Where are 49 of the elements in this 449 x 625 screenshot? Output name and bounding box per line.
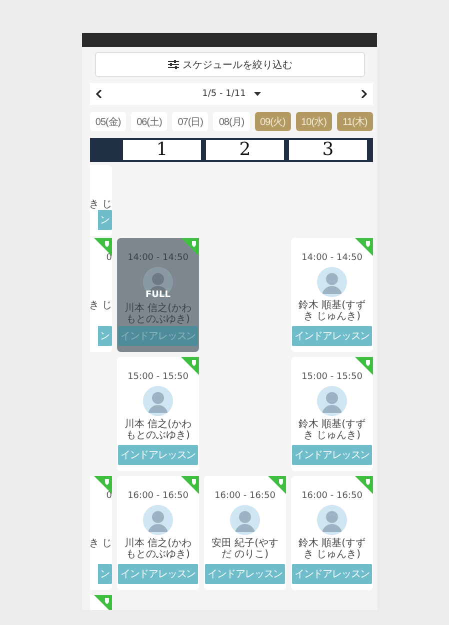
- coach-name: 鈴木 順基(すずき じゅんき): [297, 300, 367, 322]
- time-range: 15:00 - 15:50: [302, 371, 362, 383]
- caret-icon[interactable]: [254, 92, 261, 96]
- lesson-card[interactable]: 0 き じ ン: [90, 238, 112, 352]
- full-label: FULL: [146, 290, 170, 300]
- coach-name: 川本 信之(かわもとのぶゆき): [123, 419, 193, 441]
- previous-icon[interactable]: [96, 90, 102, 98]
- avatar-placeholder: [230, 505, 260, 535]
- lesson-card[interactable]: 16:00 - 16:50 川本 信之(かわもとのぶゆき) インドアレッスン: [117, 476, 199, 590]
- lesson-card[interactable]: 15:00 - 15:50 川本 信之(かわもとのぶゆき) インドアレッスン: [117, 357, 199, 471]
- lesson-card[interactable]: 16:00 - 16:50 鈴木 順基(すずき じゅんき) インドアレッスン: [291, 476, 373, 590]
- coach-name: 川本 信之(かわもとのぶゆき): [123, 303, 193, 325]
- avatar-placeholder: [317, 267, 347, 297]
- date-chip[interactable]: 06(土): [131, 112, 168, 131]
- week-range[interactable]: 1/5 - 1/11: [202, 89, 246, 99]
- coach-name: 川本 信之(かわもとのぶゆき): [123, 538, 193, 560]
- lesson-card[interactable]: 14:00 - 14:50 FULL 川本 信之(かわもとのぶゆき) インドアレッスン: [117, 238, 199, 352]
- time-range: 0: [106, 252, 112, 264]
- date-chip[interactable]: 08(月): [213, 112, 250, 131]
- time-range: 16:00 - 16:50: [214, 490, 276, 502]
- lesson-card[interactable]: き じ ン: [90, 165, 112, 236]
- column-number: 3: [289, 140, 367, 160]
- time-range: 16:00 - 16:50: [128, 490, 188, 502]
- column-number: 2: [206, 140, 284, 160]
- avatar-placeholder: [317, 505, 347, 535]
- date-chip[interactable]: 05(金): [90, 112, 126, 131]
- coach-name: 安田 紀子(やすだ のりこ): [210, 538, 280, 560]
- lesson-card[interactable]: 0 き じ ン: [90, 476, 112, 590]
- next-icon[interactable]: [360, 90, 367, 98]
- lesson-card[interactable]: 15:00 - 15:50 鈴木 順基(すずき じゅんき) インドアレッスン: [291, 357, 373, 471]
- coach-name: き じ: [88, 538, 112, 549]
- coach-name: 鈴木 順基(すずき じゅんき): [297, 419, 367, 441]
- date-chip[interactable]: 07(日): [172, 112, 208, 131]
- time-range: 16:00 - 16:50: [302, 490, 362, 502]
- lesson-card[interactable]: 14:00 - 14:50 鈴木 順基(すずき じゅんき) インドアレッスン: [291, 238, 373, 352]
- coach-name: き じ: [88, 199, 112, 210]
- coach-name: 鈴木 順基(すずき じゅんき): [297, 538, 367, 560]
- lesson-card[interactable]: 16:00 - 16:50 安田 紀子(やすだ のりこ) インドアレッスン: [204, 476, 286, 590]
- time-range: 15:00 - 15:50: [128, 371, 188, 383]
- avatar-placeholder: [143, 386, 173, 416]
- time-range: 0: [106, 490, 112, 502]
- time-range: 14:00 - 14:50: [302, 252, 362, 264]
- time-range: 14:00 - 14:50: [128, 252, 188, 264]
- avatar-placeholder: [317, 386, 347, 416]
- column-number: 1: [123, 140, 201, 160]
- coach-name: き じ: [88, 300, 112, 311]
- filter-button[interactable]: スケジュールを絞り込む: [95, 52, 365, 77]
- sliders-icon: [168, 60, 178, 69]
- avatar-placeholder: [143, 505, 173, 535]
